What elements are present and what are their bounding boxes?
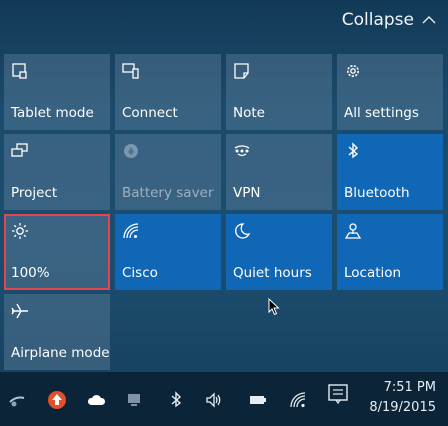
- monitor-icon[interactable]: [124, 390, 144, 410]
- tile-battery-saver: Battery saver: [115, 134, 221, 210]
- tile-label: VPN: [233, 185, 261, 201]
- connect-icon: [122, 63, 139, 79]
- project-icon: [11, 143, 28, 157]
- moon-icon: [235, 223, 251, 239]
- mouse-cursor-icon: [268, 298, 280, 316]
- tile-location[interactable]: Location: [337, 214, 443, 290]
- volume-icon[interactable]: [204, 390, 224, 410]
- tile-label: Battery saver: [122, 185, 214, 201]
- settings-gear-icon: [347, 65, 359, 77]
- tile-brightness[interactable]: 100%: [4, 214, 110, 290]
- clock-date: 8/19/2015: [369, 400, 436, 415]
- wifi-icon[interactable]: [288, 390, 308, 410]
- bluetooth-icon: [348, 142, 359, 159]
- wifi-icon: [123, 223, 139, 239]
- tile-vpn[interactable]: VPN: [226, 134, 332, 210]
- tile-label: Quiet hours: [233, 265, 312, 281]
- tile-label: All settings: [344, 105, 419, 121]
- red-up-arrow-icon[interactable]: [47, 390, 67, 410]
- tile-label: Cisco: [122, 265, 158, 281]
- tile-label: Location: [344, 265, 402, 281]
- tile-tablet-mode[interactable]: Tablet mode: [4, 54, 110, 130]
- tile-label: Bluetooth: [344, 185, 410, 201]
- notification-icon[interactable]: [326, 382, 350, 406]
- tile-label: Project: [11, 185, 58, 201]
- tile-quiet-hours[interactable]: Quiet hours: [226, 214, 332, 290]
- tile-label: Connect: [122, 105, 178, 121]
- bluetooth-icon[interactable]: [166, 390, 186, 410]
- tile-bluetooth[interactable]: Bluetooth: [337, 134, 443, 210]
- tile-label: Note: [233, 105, 265, 121]
- tablet-mode-icon: [12, 63, 27, 79]
- chevron-up-icon: [422, 16, 436, 24]
- cloud-icon[interactable]: [86, 390, 106, 410]
- note-icon: [234, 63, 249, 79]
- clock[interactable]: 7:51 PM 8/19/2015: [369, 378, 436, 418]
- network-adapter-icon[interactable]: [8, 390, 28, 410]
- tile-label: 100%: [11, 265, 50, 281]
- collapse-label: Collapse: [341, 10, 414, 30]
- collapse-button[interactable]: Collapse: [342, 10, 436, 30]
- tile-airplane-mode[interactable]: Airplane mode: [4, 294, 110, 370]
- battery-saver-icon: [124, 144, 138, 158]
- tile-label: Tablet mode: [11, 105, 94, 121]
- airplane-icon: [11, 303, 28, 319]
- location-icon: [344, 223, 362, 239]
- vpn-icon: [234, 145, 250, 157]
- clock-time: 7:51 PM: [383, 380, 436, 395]
- tile-connect[interactable]: Connect: [115, 54, 221, 130]
- tile-note[interactable]: Note: [226, 54, 332, 130]
- tile-project[interactable]: Project: [4, 134, 110, 210]
- taskbar: 7:51 PM 8/19/2015: [0, 372, 448, 426]
- tile-all-settings[interactable]: All settings: [337, 54, 443, 130]
- battery-icon[interactable]: [248, 390, 268, 410]
- brightness-icon: [12, 223, 28, 239]
- tile-label: Airplane mode: [11, 345, 110, 361]
- tile-wifi-cisco[interactable]: Cisco: [115, 214, 221, 290]
